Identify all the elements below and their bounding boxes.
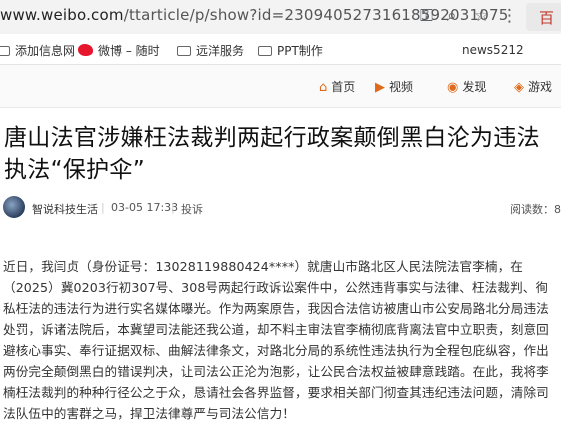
folder-icon (258, 46, 272, 56)
nav-discover[interactable]: ◉ 发现 (447, 78, 486, 95)
divider: | (101, 201, 105, 214)
star-icon[interactable]: ☆ (474, 6, 489, 26)
article-title: 唐山法官涉嫌枉法裁判两起行政案颠倒黑白沦为违法执法“保护伞” (4, 125, 540, 183)
avatar[interactable] (3, 196, 25, 218)
bookmark-news5212[interactable]: news5212 (462, 43, 524, 57)
nav-game[interactable]: ◈ 游戏 (514, 78, 552, 95)
author-name[interactable]: 智说科技生活 (32, 201, 98, 217)
bookmark-weibo[interactable]: 微博 – 随时 (78, 42, 160, 59)
divider: | (171, 201, 175, 214)
extension-glyph: 百 (539, 9, 555, 27)
extension-button[interactable]: 百 (526, 3, 561, 31)
view-count: 阅读数：85 (510, 203, 561, 216)
browser-address-bar[interactable]: www.weibo.com/ttarticle/p/show?id=230940… (0, 0, 561, 34)
article-body: 近日，我闫贞（身份证号：13028119880424****）就唐山市路北区人民… (3, 259, 549, 421)
folder-icon (0, 46, 10, 56)
game-icon: ◈ (514, 80, 524, 95)
menu-icon[interactable]: ⋮ (501, 6, 518, 26)
bookmark-add-info[interactable]: 添加信息网 (0, 42, 75, 59)
report-link[interactable]: 投诉 (181, 201, 203, 217)
bookmarks-bar: 添加信息网 微博 – 随时 远洋服务 PPT制作 news5212 (0, 34, 561, 65)
key-icon[interactable]: ⚿ (420, 6, 433, 26)
site-nav: ⌂ 首页 ▶ 视频 ◉ 发现 ◈ 游戏 (0, 65, 561, 108)
bookmark-ocean-service[interactable]: 远洋服务 (177, 42, 244, 59)
weibo-icon (78, 44, 93, 56)
nav-home[interactable]: ⌂ 首页 (319, 78, 355, 95)
home-icon: ⌂ (319, 80, 328, 95)
zoom-icon[interactable]: ⌕ (447, 6, 457, 26)
bookmark-ppt[interactable]: PPT制作 (258, 42, 323, 59)
nav-video[interactable]: ▶ 视频 (375, 78, 413, 95)
publish-date: 03-05 17:33 (111, 201, 179, 214)
folder-icon (177, 46, 191, 56)
video-icon: ▶ (375, 80, 385, 95)
discover-icon: ◉ (447, 80, 459, 95)
